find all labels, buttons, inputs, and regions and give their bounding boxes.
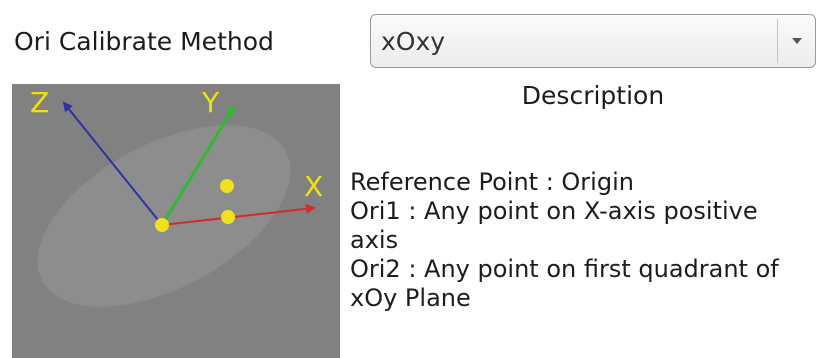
origin-point (155, 218, 169, 232)
ori-calibrate-method-label: Ori Calibrate Method (14, 27, 274, 56)
x-axis-label: X (304, 170, 323, 203)
description-line: axis (350, 226, 399, 254)
z-axis-label: Z (30, 86, 49, 119)
selected-method-value: xOxy (381, 27, 446, 56)
chevron-down-icon[interactable] (778, 15, 815, 67)
description-line: Reference Point : Origin (350, 168, 634, 196)
y-axis-label: Y (201, 86, 220, 119)
axes-illustration: Z Y X (12, 84, 340, 358)
description-text: Reference Point : Origin Ori1 : Any poin… (350, 168, 836, 313)
coordinate-diagram: Z Y X (12, 84, 340, 358)
description-line: Ori1 : Any point on X-axis positive (350, 197, 758, 225)
ori-calibrate-method-select[interactable]: xOxy (370, 14, 816, 68)
description-title: Description (521, 81, 665, 110)
description-line: Ori2 : Any point on first quadrant of (350, 255, 779, 283)
ori2-point (220, 179, 234, 193)
ori1-point (221, 210, 235, 224)
description-line: xOy Plane (350, 284, 471, 312)
